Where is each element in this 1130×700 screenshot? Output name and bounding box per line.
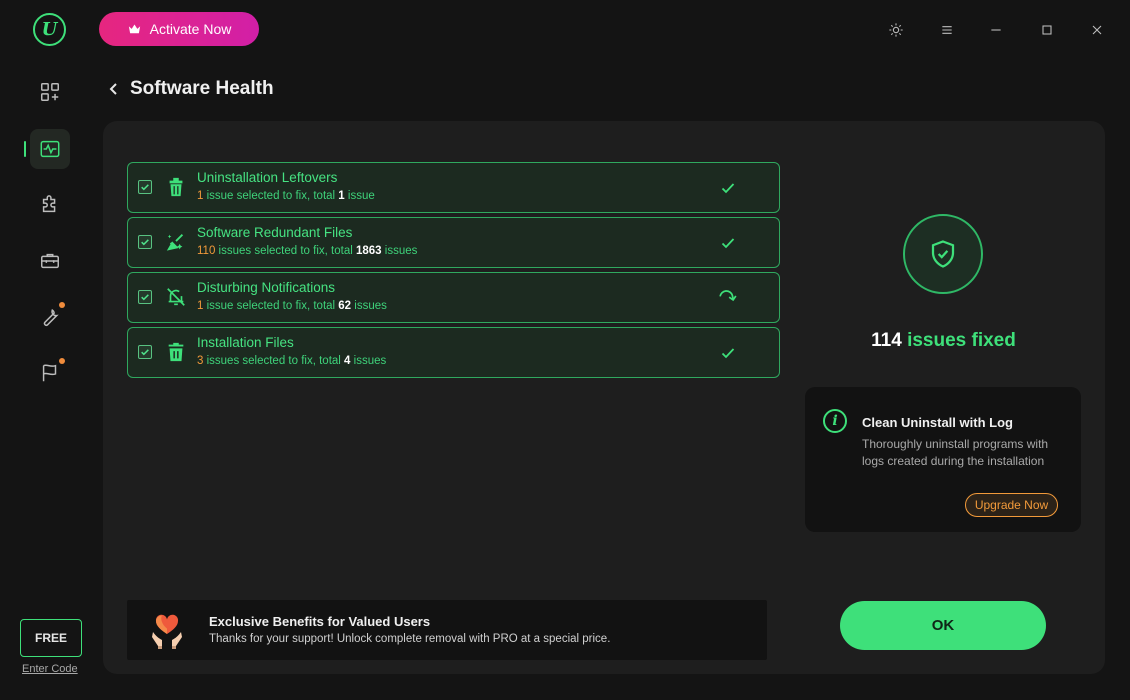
app-window: U FREE Enter Code Activate Now Software …	[0, 0, 1130, 700]
activate-label: Activate Now	[149, 21, 232, 37]
benefits-banner[interactable]: Exclusive Benefits for Valued Users Than…	[127, 600, 767, 660]
upgrade-now-button[interactable]: Upgrade Now	[965, 493, 1058, 517]
minimize-button[interactable]	[986, 20, 1006, 40]
bell-off-icon	[164, 285, 188, 309]
issues-fixed-summary: 114 issues fixed	[871, 330, 1016, 351]
enter-code-link[interactable]: Enter Code	[22, 663, 78, 675]
trash-icon	[164, 340, 188, 364]
sweep-sparkle-icon	[164, 230, 188, 254]
menu-button[interactable]	[937, 20, 957, 40]
heart-hands-icon	[152, 614, 182, 649]
page-title: Software Health	[130, 78, 274, 99]
issue-name: Software Redundant Files	[197, 225, 353, 240]
app-logo: U	[33, 13, 66, 46]
issue-name: Uninstallation Leftovers	[197, 170, 338, 185]
issue-row-installation-files[interactable]: Installation Files 3 issues selected to …	[127, 327, 780, 378]
toolbox-icon	[41, 253, 59, 269]
issue-summary: 3 issues selected to fix, total 4 issues	[197, 355, 387, 367]
status-processing-icon	[717, 287, 739, 309]
tools-badge	[59, 302, 65, 308]
shield-check-icon	[931, 240, 955, 268]
maximize-icon	[1042, 25, 1052, 35]
issue-checkbox[interactable]	[138, 290, 152, 304]
check-icon	[141, 239, 149, 246]
issue-name: Disturbing Notifications	[197, 280, 336, 295]
check-icon	[141, 349, 149, 356]
issue-summary: 110 issues selected to fix, total 1863 i…	[197, 245, 418, 257]
logo-letter: U	[41, 18, 58, 40]
ok-button[interactable]: OK	[840, 601, 1046, 650]
maximize-button[interactable]	[1037, 20, 1057, 40]
issue-row-uninstallation-leftovers[interactable]: Uninstallation Leftovers 1 issue selecte…	[127, 162, 780, 213]
wrench-icon	[43, 309, 59, 326]
close-icon	[1092, 25, 1102, 35]
report-badge	[59, 358, 65, 364]
issue-checkbox[interactable]	[138, 180, 152, 194]
back-button[interactable]	[106, 80, 122, 98]
shield-status	[903, 214, 983, 294]
free-plan-button[interactable]: FREE	[20, 619, 82, 657]
chevron-left-icon	[109, 83, 117, 95]
issue-row-disturbing-notifications[interactable]: Disturbing Notifications 1 issue selecte…	[127, 272, 780, 323]
active-indicator	[24, 141, 26, 157]
check-icon	[141, 294, 149, 301]
minimize-icon	[991, 29, 1001, 31]
check-icon	[141, 184, 149, 191]
puzzle-icon	[42, 195, 56, 213]
issue-name: Installation Files	[197, 335, 294, 350]
crown-icon	[128, 24, 140, 33]
issue-summary: 1 issue selected to fix, total 1 issue	[197, 190, 375, 202]
issue-row-software-redundant-files[interactable]: Software Redundant Files 110 issues sele…	[127, 217, 780, 268]
sidebar-item-toolbox[interactable]	[30, 241, 70, 281]
pulse-monitor-icon	[40, 140, 60, 158]
sidebar-item-plugins[interactable]	[30, 185, 70, 225]
activate-now-button[interactable]: Activate Now	[99, 12, 259, 46]
apps-add-icon	[41, 83, 59, 101]
issue-summary: 1 issue selected to fix, total 62 issues	[197, 300, 387, 312]
menu-icon	[942, 26, 952, 34]
issue-checkbox[interactable]	[138, 345, 152, 359]
banner-title: Exclusive Benefits for Valued Users	[209, 614, 431, 629]
issue-checkbox[interactable]	[138, 235, 152, 249]
status-check-icon	[717, 232, 739, 254]
status-check-icon	[717, 342, 739, 364]
tip-description: Thoroughly uninstall programs with logs …	[862, 437, 1049, 468]
close-button[interactable]	[1087, 20, 1107, 40]
banner-description: Thanks for your support! Unlock complete…	[209, 633, 611, 645]
theme-toggle-button[interactable]	[886, 20, 906, 40]
sun-icon	[889, 23, 903, 37]
upgrade-tip-card: i Clean Uninstall with Log Thoroughly un…	[805, 387, 1081, 532]
flag-icon	[42, 364, 57, 382]
sidebar-item-software-health[interactable]	[30, 129, 70, 169]
info-icon: i	[823, 409, 847, 433]
broom-bin-icon	[164, 175, 188, 199]
status-check-icon	[717, 177, 739, 199]
sidebar-item-dashboard[interactable]	[30, 72, 70, 112]
tip-title: Clean Uninstall with Log	[862, 415, 1013, 430]
